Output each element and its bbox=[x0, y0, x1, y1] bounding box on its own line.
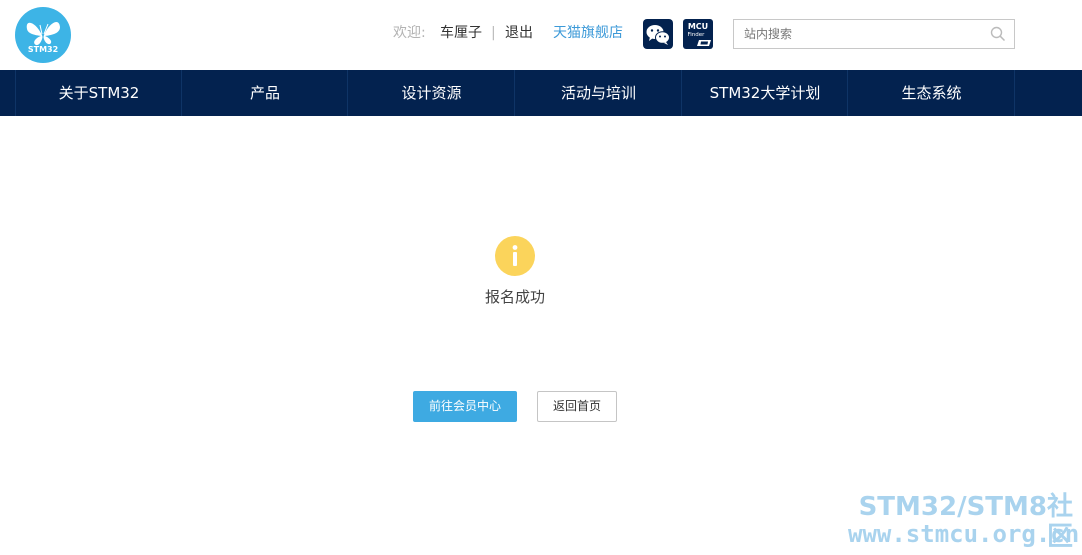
header: STM32 欢迎: 车厘子 | 退出 天猫旗舰店 MCU Finder bbox=[0, 0, 1082, 70]
stm32-logo[interactable]: STM32 bbox=[15, 7, 71, 63]
wechat-icon[interactable] bbox=[643, 19, 673, 49]
nav-item-products[interactable]: 产品 bbox=[181, 70, 348, 116]
nav-item-university-program[interactable]: STM32大学计划 bbox=[681, 70, 848, 116]
username[interactable]: 车厘子 bbox=[440, 24, 482, 42]
nav-item-design-resources[interactable]: 设计资源 bbox=[347, 70, 515, 116]
nav-item-ecosystem[interactable]: 生态系统 bbox=[847, 70, 1015, 116]
tmall-store-link[interactable]: 天猫旗舰店 bbox=[553, 24, 623, 42]
search-input[interactable] bbox=[734, 20, 984, 48]
main-nav: 关于STM32 产品 设计资源 活动与培训 STM32大学计划 生态系统 bbox=[0, 70, 1082, 116]
svg-text:MCU: MCU bbox=[688, 22, 708, 31]
info-icon bbox=[495, 236, 535, 276]
success-message: 报名成功 bbox=[484, 288, 545, 306]
svg-text:Finder: Finder bbox=[688, 32, 706, 38]
nav-divider bbox=[1014, 70, 1015, 116]
search-icon[interactable] bbox=[990, 26, 1006, 42]
separator: | bbox=[491, 25, 496, 41]
nav-item-events-training[interactable]: 活动与培训 bbox=[514, 70, 682, 116]
watermark-url: www.stmcu.org.cn bbox=[848, 520, 1080, 548]
mcu-finder-icon[interactable]: MCU Finder bbox=[683, 19, 713, 49]
logout-link[interactable]: 退出 bbox=[505, 24, 533, 42]
search-box bbox=[733, 19, 1015, 49]
back-home-button[interactable]: 返回首页 bbox=[537, 391, 617, 422]
member-center-button[interactable]: 前往会员中心 bbox=[413, 391, 517, 422]
welcome-label: 欢迎: bbox=[393, 25, 426, 41]
logo-text: STM32 bbox=[28, 45, 58, 54]
nav-item-about-stm32[interactable]: 关于STM32 bbox=[15, 70, 182, 116]
